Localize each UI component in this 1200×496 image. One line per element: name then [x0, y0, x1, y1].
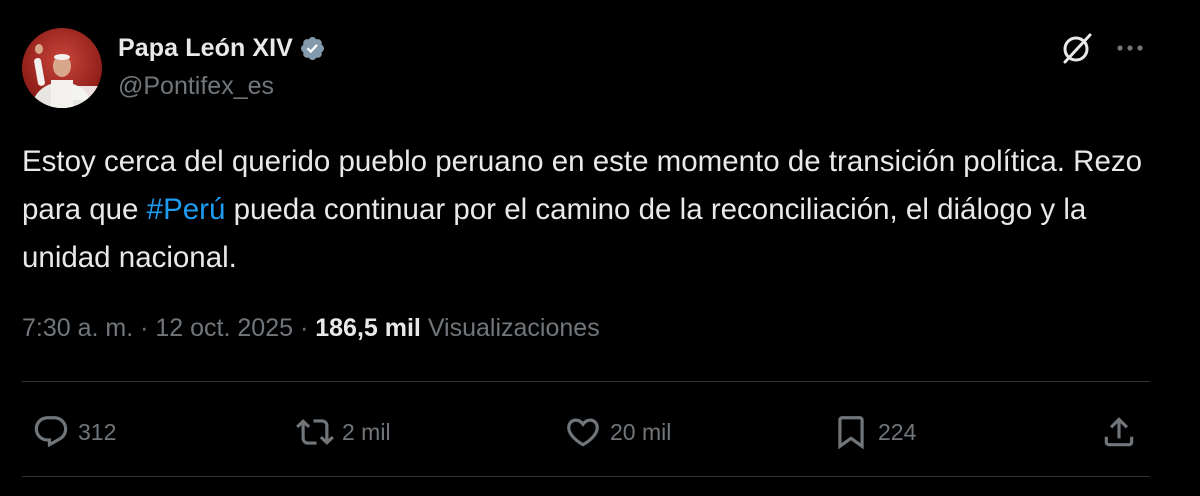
tweet-date[interactable]: 12 oct. 2025 — [155, 314, 293, 342]
views-count: 186,5 mil — [315, 314, 421, 342]
verified-badge-icon[interactable] — [299, 35, 326, 62]
tweet-time[interactable]: 7:30 a. m. — [22, 314, 133, 342]
author-name-row[interactable]: Papa León XIV — [118, 31, 326, 65]
avatar[interactable] — [22, 28, 102, 108]
bookmark-button[interactable]: 224 — [832, 410, 916, 454]
reply-button[interactable]: 312 — [32, 410, 116, 454]
more-icon[interactable] — [1114, 36, 1146, 60]
grok-icon[interactable] — [1060, 31, 1094, 65]
hashtag-link[interactable]: #Perú — [147, 193, 226, 226]
reply-icon — [34, 416, 68, 448]
bookmark-count: 224 — [878, 418, 917, 445]
author-handle[interactable]: @Pontifex_es — [118, 72, 274, 101]
tweet: Papa León XIV @Pontifex_es Estoy cerca d… — [0, 0, 1200, 496]
meta-separator: · — [133, 314, 156, 342]
action-bar: 312 2 mil 20 mil 224 — [0, 410, 1200, 454]
meta-separator: · — [293, 314, 316, 342]
share-icon — [1104, 417, 1134, 447]
divider — [22, 476, 1150, 477]
avatar-image — [32, 44, 98, 108]
views-label: Visualizaciones — [427, 314, 600, 342]
reply-count: 312 — [78, 418, 117, 445]
divider — [22, 381, 1150, 382]
tweet-meta: 7:30 a. m. · 12 oct. 2025 · 186,5 mil Vi… — [22, 314, 600, 343]
display-name[interactable]: Papa León XIV — [118, 34, 293, 63]
like-count: 20 mil — [610, 418, 672, 445]
bookmark-icon — [838, 416, 864, 450]
repost-button[interactable]: 2 mil — [296, 410, 391, 454]
heart-icon — [567, 418, 599, 447]
repost-count: 2 mil — [342, 418, 391, 445]
like-button[interactable]: 20 mil — [564, 410, 671, 454]
repost-icon — [296, 419, 334, 445]
tweet-text: Estoy cerca del querido pueblo peruano e… — [22, 138, 1172, 282]
share-button[interactable] — [1100, 410, 1138, 454]
